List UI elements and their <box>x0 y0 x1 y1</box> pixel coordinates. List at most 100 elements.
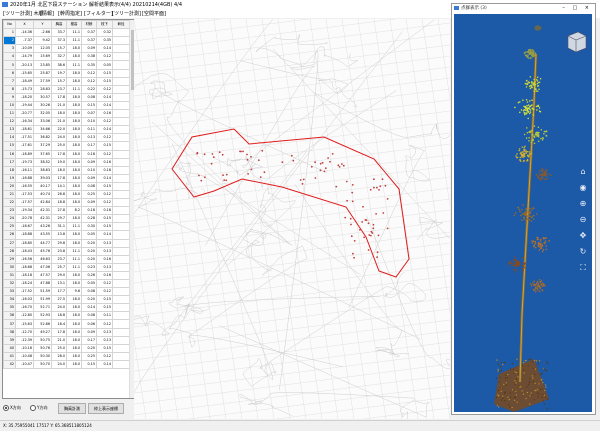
table-row[interactable]: 19 -16.88 39.03 17.8 18.0 0.09 0.14 <box>3 173 130 183</box>
zoom-icon[interactable]: ⊕ <box>578 199 588 209</box>
col-header-height[interactable]: 樹高 <box>66 20 82 30</box>
ground-point <box>505 382 507 384</box>
tree-point <box>310 165 313 168</box>
table-cell: 0.15 <box>96 295 113 305</box>
table-row[interactable]: 14 -17.51 36.82 24.0 18.0 0.13 0.12 <box>3 133 130 143</box>
table-row[interactable]: 30 -18.68 47.06 25.7 11.1 0.23 0.13 <box>3 262 130 272</box>
table-cell: 0.23 <box>81 262 97 272</box>
foliage-point <box>534 52 537 54</box>
table-row[interactable]: 12 -16.34 33.06 21.0 18.0 0.10 0.12 <box>3 117 130 127</box>
table-row[interactable]: 33 -17.52 51.59 17.7 9.6 0.08 0.12 <box>3 287 130 297</box>
table-row[interactable]: 31 -18.18 47.57 29.0 18.0 0.26 0.16 <box>3 270 130 281</box>
table-row[interactable]: 38 -12.70 49.27 17.8 18.0 0.09 0.13 <box>3 327 130 337</box>
table-row[interactable]: 6 -15.65 25.87 19.7 18.0 0.12 0.15 <box>3 68 130 78</box>
table-row[interactable]: 8 -15.73 28.83 23.7 11.1 0.22 0.12 <box>3 84 130 94</box>
fit-icon[interactable]: ⛶ <box>578 263 588 273</box>
table-cell: 18.0 <box>66 270 82 281</box>
menu-trunk-spec[interactable]: [幹周指定] <box>58 10 82 17</box>
home-icon[interactable]: ⌂ <box>578 167 588 177</box>
table-row[interactable]: 1 -14.36 -2.66 33.7 11.1 0.37 0.32 <box>3 28 130 38</box>
table-row[interactable]: 22 -17.57 42.84 18.8 18.0 0.09 0.12 <box>3 198 130 208</box>
table-row[interactable]: 9 -18.20 30.57 17.8 18.0 0.08 0.14 <box>3 92 130 102</box>
table-cell: 42 <box>3 359 16 370</box>
menu-tree-measure-order[interactable]: [ツリー計測] 木順 <box>3 10 44 17</box>
ground-point <box>543 368 545 370</box>
table-row[interactable]: 2 -7.37 9.42 37.3 11.1 0.37 0.35 <box>3 36 130 46</box>
foliage-point <box>539 280 542 283</box>
col-header-no[interactable]: No <box>3 20 16 30</box>
table-row[interactable]: 32 -18.24 47.88 13.1 18.0 0.05 0.12 <box>3 278 130 289</box>
menu-info[interactable]: [情報] <box>40 10 54 17</box>
ground-point <box>529 380 531 383</box>
table-cell: 29.7 <box>51 214 67 224</box>
table-row[interactable]: 21 -17.53 40.74 26.8 18.0 0.25 0.12 <box>3 189 130 200</box>
pointcloud-scene[interactable]: ⌂ ◉ ⊕ ⊖ ✥ ↻ ⛶ <box>454 14 592 412</box>
radio-x-direction[interactable] <box>3 405 9 411</box>
col-header-diameter[interactable]: 幹径 <box>112 20 130 30</box>
col-header-x[interactable]: X <box>15 20 34 30</box>
table-row[interactable]: 29 -16.56 46.63 23.7 11.1 0.20 0.16 <box>3 254 130 264</box>
table-row[interactable]: 17 -19.73 38.52 19.0 18.0 0.09 0.16 <box>3 157 130 167</box>
col-header-branch[interactable]: 枝下 <box>96 20 113 30</box>
tree-point <box>301 182 304 185</box>
table-row[interactable]: 41 -10.48 50.30 28.0 18.0 0.25 0.12 <box>3 351 130 361</box>
table-row[interactable]: 42 -10.47 50.70 24.0 18.0 0.15 0.14 <box>3 359 130 370</box>
table-row[interactable]: 7 -18.49 27.59 15.7 18.0 0.12 0.15 <box>3 76 130 86</box>
pan-icon[interactable]: ✥ <box>578 231 588 241</box>
radio-y-direction[interactable] <box>30 405 36 411</box>
menu-tree-measure[interactable]: [ツリー計測] <box>112 10 141 17</box>
map-view[interactable] <box>134 19 450 419</box>
foliage-point <box>538 88 540 91</box>
orbit-icon[interactable]: ◉ <box>578 183 588 193</box>
table-cell: 0.25 <box>81 351 97 361</box>
col-header-y[interactable]: Y <box>33 20 52 30</box>
table-row[interactable]: 37 -15.63 52.86 16.4 18.0 0.06 0.12 <box>3 319 130 329</box>
menu-filter[interactable]: [フィルター] <box>84 10 113 17</box>
table-cell: 11 <box>3 109 16 119</box>
table-row[interactable]: 16 -18.89 37.65 17.8 18.0 0.18 0.12 <box>3 149 130 159</box>
table-row[interactable]: 15 -17.61 37.29 25.0 18.0 0.17 0.15 <box>3 141 130 151</box>
tree-pointcloud[interactable] <box>454 14 592 412</box>
table-row[interactable]: 5 -20.13 23.85 38.6 11.1 0.35 0.05 <box>3 60 130 70</box>
show-coords-button[interactable]: 枠上表示座標 <box>88 403 124 414</box>
menu-space-plane[interactable]: [空間平面] <box>142 10 166 17</box>
window-controls[interactable]: – □ × <box>562 5 592 11</box>
table-row[interactable]: 34 -16.03 51.99 27.5 18.0 0.20 0.15 <box>3 295 130 305</box>
table-cell: 15.69 <box>33 52 52 62</box>
zoom-out-icon[interactable]: ⊖ <box>578 215 588 225</box>
table-row[interactable]: 28 -18.43 45.76 23.8 11.1 0.20 0.13 <box>3 246 130 256</box>
table-row[interactable]: 36 -12.80 52.93 18.8 18.0 0.08 0.11 <box>3 311 130 321</box>
ground-point <box>498 381 501 383</box>
view-cube-icon <box>567 31 587 53</box>
table-row[interactable]: 13 -18.61 34.66 22.0 18.0 0.11 0.14 <box>3 125 130 135</box>
measure-dbh-button[interactable]: 胸高計測 <box>58 403 86 414</box>
ground-point <box>526 391 529 394</box>
table-row[interactable]: 23 -19.34 42.31 27.8 8.2 0.18 0.18 <box>3 206 130 216</box>
foliage-point <box>525 152 527 154</box>
table-cell: 52.86 <box>33 319 52 329</box>
foliage-point <box>530 86 533 89</box>
contour-map[interactable] <box>134 19 450 419</box>
table-row[interactable]: 11 -20.77 32.05 18.0 18.0 0.07 0.16 <box>3 109 130 119</box>
table-row[interactable]: 40 -10.18 50.76 25.0 18.0 0.20 0.15 <box>3 343 130 353</box>
table-row[interactable]: 10 -19.44 30.26 21.0 18.0 0.15 0.14 <box>3 100 130 111</box>
ground-point <box>534 373 536 376</box>
table-cell: 33 <box>3 287 16 297</box>
rotate-icon[interactable]: ↻ <box>578 247 588 257</box>
table-row[interactable]: 25 -18.67 43.26 31.1 11.1 0.30 0.15 <box>3 222 130 232</box>
foliage-point <box>517 206 520 209</box>
table-row[interactable]: 27 -18.80 44.77 29.8 18.0 0.20 0.13 <box>3 238 130 248</box>
col-header-dbh[interactable]: 胸高 <box>51 20 67 30</box>
table-row[interactable]: 4 -14.79 15.69 32.7 18.0 0.38 0.12 <box>3 52 130 62</box>
table-row[interactable]: 18 -16.11 38.63 18.0 18.0 0.10 0.18 <box>3 165 130 175</box>
table-row[interactable]: 35 -16.70 52.71 24.0 18.0 0.14 0.15 <box>3 303 130 313</box>
table-cell: -16.70 <box>15 303 34 313</box>
foliage-point <box>529 53 531 56</box>
table-row[interactable]: 20 -16.55 40.17 14.1 18.0 0.08 0.15 <box>3 181 130 191</box>
table-row[interactable]: 39 -12.39 50.75 21.0 18.0 0.17 0.13 <box>3 335 130 345</box>
table-row[interactable]: 26 -18.88 43.55 13.8 18.0 0.05 0.14 <box>3 230 130 240</box>
table-cell: 25.0 <box>51 343 67 353</box>
table-row[interactable]: 24 -20.78 42.31 29.7 18.0 0.28 0.15 <box>3 214 130 224</box>
table-row[interactable]: 3 -10.09 12.05 15.7 18.0 0.09 0.14 <box>3 44 130 54</box>
col-header-volume[interactable]: 材積 <box>81 20 97 30</box>
